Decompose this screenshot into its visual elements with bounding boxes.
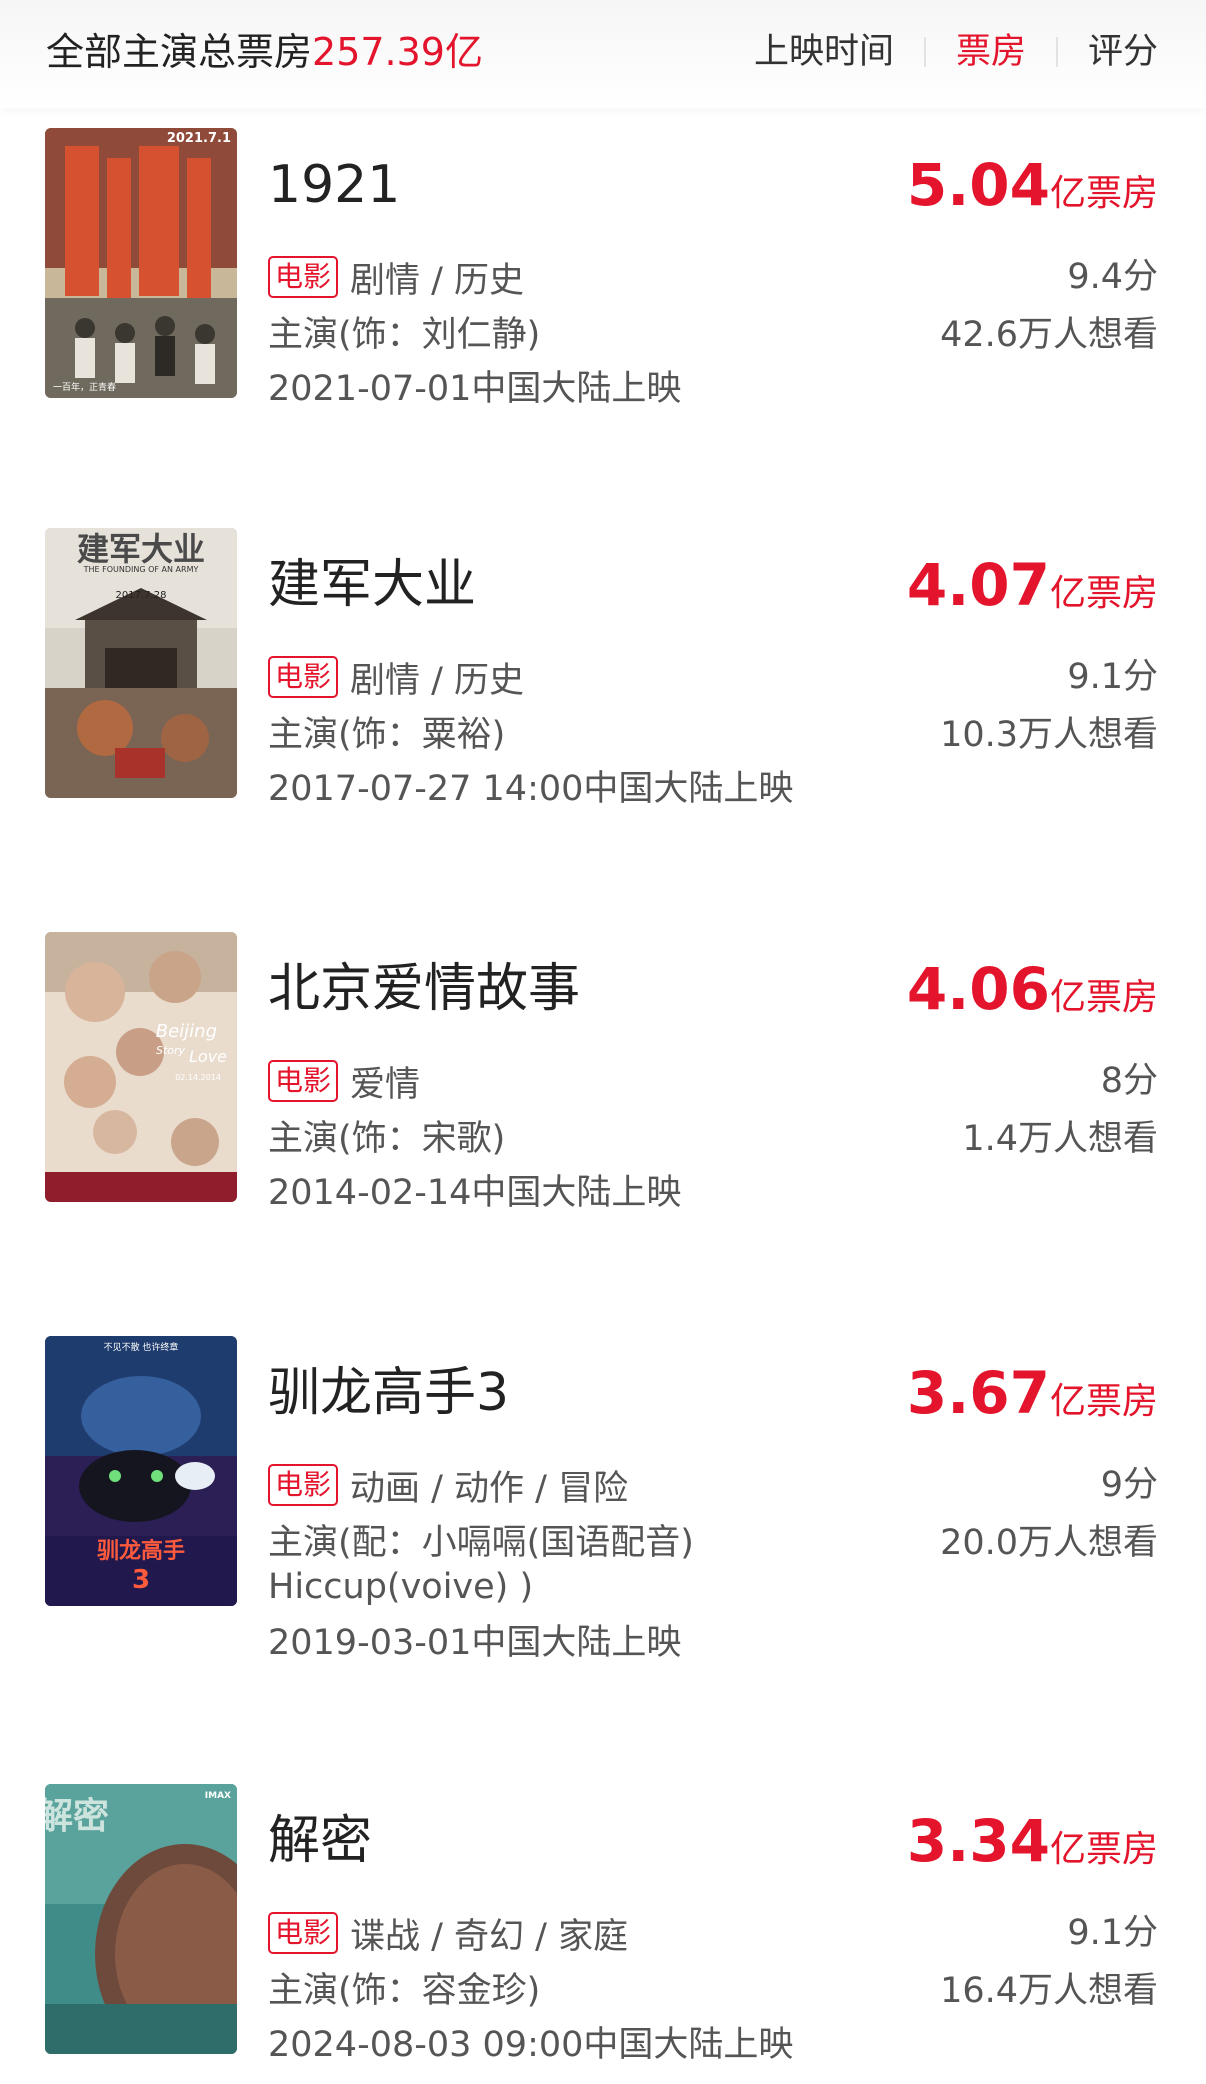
genres: 剧情 / 历史 [350, 660, 525, 701]
genre-row: 电影 爱情 [268, 1058, 421, 1105]
cast-info: 主演(配：小嗝嗝(国语配音) [268, 1523, 694, 1563]
box-office-value: 3.67 [906, 1359, 1050, 1427]
box-office-unit: 亿票房 [1049, 173, 1158, 214]
box-office-unit: 亿票房 [1049, 977, 1158, 1018]
poster-title-text: 驯龙高手 [97, 1538, 185, 1564]
poster-title-text: Love [189, 1047, 227, 1066]
genres: 爱情 [350, 1064, 421, 1105]
genre-row: 电影 谍战 / 奇幻 / 家庭 [268, 1910, 629, 1957]
release-date: 2019-03-01中国大陆上映 [268, 1623, 682, 1663]
sort-tab-rating[interactable]: 评分 [1058, 24, 1158, 80]
movie-item[interactable]: 不见不散 也许终章 驯龙高手 3 驯龙高手3 3.67亿票房 电影 动画 / 动… [0, 1336, 1206, 1663]
want-count: 42.6万人想看 [940, 315, 1158, 355]
header-bar: 全部主演总票房257.39亿 上映时间 票房 评分 [0, 0, 1206, 108]
movie-poster[interactable]: 2021.7.1 一百年，正青春 [45, 128, 237, 398]
box-office-value: 4.06 [906, 955, 1050, 1023]
box-office: 3.67亿票房 [907, 1362, 1158, 1439]
box-office: 4.06亿票房 [907, 958, 1158, 1035]
release-date: 2021-07-01中国大陆上映 [268, 369, 682, 409]
genre-row: 电影 动画 / 动作 / 冒险 [268, 1462, 629, 1509]
movie-title[interactable]: 1921 [268, 154, 400, 216]
movie-item[interactable]: 解密 IMAX 解密 3.34亿票房 电影 谍战 / 奇幻 / 家庭 主演(饰：… [0, 1784, 1206, 2084]
poster-imax-text: IMAX [205, 1791, 231, 1801]
cast-info: 主演(饰：粟裕) [268, 715, 506, 755]
genres: 谍战 / 奇幻 / 家庭 [350, 1916, 629, 1957]
want-count: 16.4万人想看 [940, 1971, 1158, 2011]
cast-info-continued: Hiccup(voive) ) [268, 1567, 534, 1607]
box-office: 5.04亿票房 [907, 154, 1158, 231]
poster-title-text: Story [156, 1044, 186, 1057]
rating: 9.1分 [1067, 1913, 1158, 1953]
movie-poster[interactable]: 解密 IMAX [45, 1784, 237, 2054]
box-office-value: 3.34 [906, 1807, 1050, 1875]
box-office-unit: 亿票房 [1049, 1381, 1158, 1422]
box-office-value: 5.04 [906, 151, 1050, 219]
movie-title[interactable]: 北京爱情故事 [268, 958, 580, 1020]
release-date: 2014-02-14中国大陆上映 [268, 1173, 682, 1213]
movie-item[interactable]: 2021.7.1 一百年，正青春 1921 5.04亿票房 电影 剧情 / 历史… [0, 128, 1206, 428]
poster-date-text: 02.14.2014 [175, 1073, 221, 1082]
type-badge: 电影 [268, 1912, 339, 1954]
type-badge: 电影 [268, 1464, 339, 1506]
box-office: 3.34亿票房 [907, 1810, 1158, 1887]
type-badge: 电影 [268, 656, 339, 698]
summary-label: 全部主演总票房 [46, 30, 313, 74]
sort-tabs: 上映时间 票房 评分 [724, 24, 1158, 80]
movie-poster[interactable]: 建军大业 THE FOUNDING OF AN ARMY 2017.7.28 [45, 528, 237, 798]
box-office-unit: 亿票房 [1049, 573, 1158, 614]
movie-item[interactable]: 建军大业 THE FOUNDING OF AN ARMY 2017.7.28 建… [0, 528, 1206, 828]
rating: 9分 [1100, 1465, 1158, 1505]
movie-title[interactable]: 建军大业 [268, 554, 476, 616]
poster-date-text: 2017.7.28 [116, 590, 167, 601]
movie-title[interactable]: 驯龙高手3 [268, 1362, 509, 1424]
poster-number-text: 3 [132, 1565, 150, 1595]
box-office-unit: 亿票房 [1049, 1829, 1158, 1870]
poster-tagline-text: 一百年，正青春 [53, 381, 116, 393]
sort-tab-box-office[interactable]: 票房 [926, 24, 1056, 80]
rating: 9.4分 [1067, 257, 1158, 297]
want-count: 20.0万人想看 [940, 1523, 1158, 1563]
movie-title[interactable]: 解密 [268, 1810, 372, 1872]
poster-title-text: 建军大业 [77, 530, 205, 568]
poster-title-text: Beijing [156, 1021, 217, 1042]
poster-subtitle-text: THE FOUNDING OF AN ARMY [83, 565, 199, 574]
type-badge: 电影 [268, 1060, 339, 1102]
genres: 动画 / 动作 / 冒险 [350, 1468, 629, 1509]
release-date: 2024-08-03 09:00中国大陆上映 [268, 2025, 794, 2065]
movie-poster[interactable]: 不见不散 也许终章 驯龙高手 3 [45, 1336, 237, 1606]
cast-info: 主演(饰：容金珍) [268, 1971, 541, 2011]
poster-tagline-text: 不见不散 也许终章 [104, 1341, 179, 1353]
box-office: 4.07亿票房 [907, 554, 1158, 631]
poster-title-text: 解密 [45, 1795, 109, 1837]
movie-poster[interactable]: Beijing Love Story 02.14.2014 [45, 932, 237, 1202]
release-date: 2017-07-27 14:00中国大陆上映 [268, 769, 794, 809]
cast-info: 主演(饰：宋歌) [268, 1119, 506, 1159]
summary-total: 257.39亿 [312, 30, 483, 74]
want-count: 1.4万人想看 [962, 1119, 1158, 1159]
movie-item[interactable]: Beijing Love Story 02.14.2014 北京爱情故事 4.0… [0, 932, 1206, 1232]
rating: 8分 [1100, 1061, 1158, 1101]
genre-row: 电影 剧情 / 历史 [268, 654, 525, 701]
genres: 剧情 / 历史 [350, 260, 525, 301]
genre-row: 电影 剧情 / 历史 [268, 254, 525, 301]
box-office-value: 4.07 [906, 551, 1050, 619]
poster-date-text: 2021.7.1 [167, 131, 231, 146]
rating: 9.1分 [1067, 657, 1158, 697]
cast-info: 主演(饰：刘仁静) [268, 315, 541, 355]
sort-tab-release-time[interactable]: 上映时间 [724, 24, 924, 80]
total-box-office-summary: 全部主演总票房257.39亿 [46, 24, 483, 80]
type-badge: 电影 [268, 256, 339, 298]
want-count: 10.3万人想看 [940, 715, 1158, 755]
